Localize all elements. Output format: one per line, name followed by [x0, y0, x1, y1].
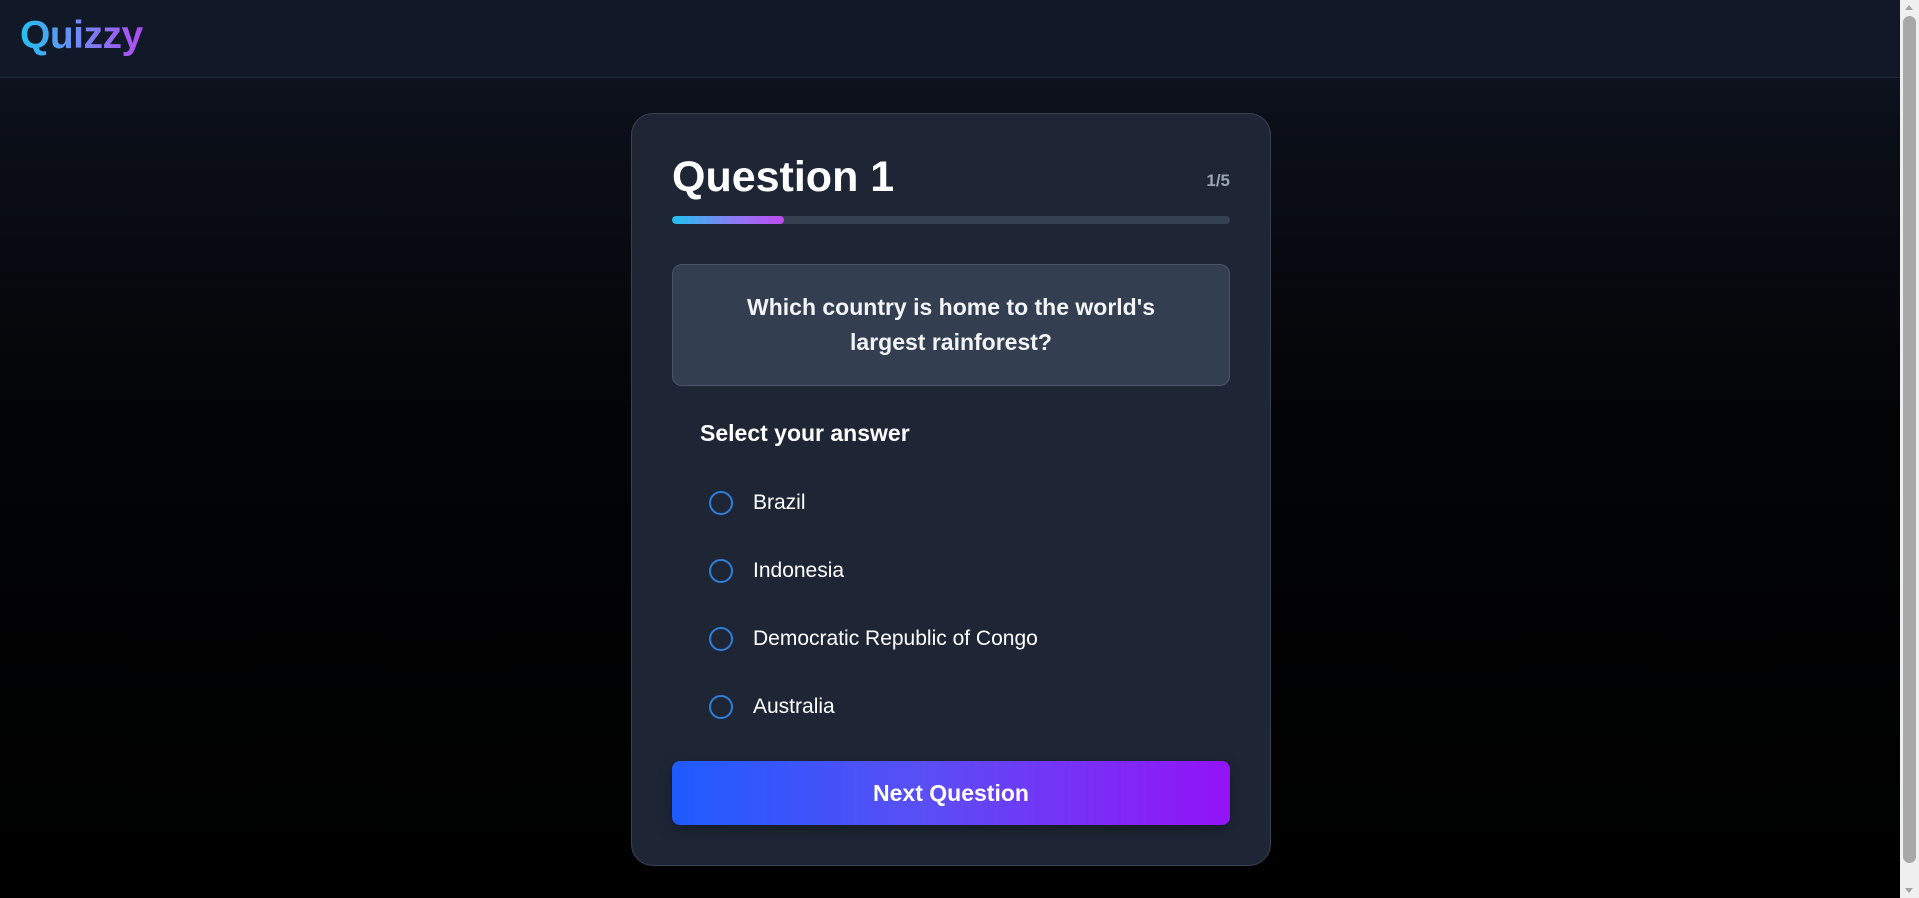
scroll-up-arrow-icon[interactable] [1905, 5, 1913, 10]
answer-heading: Select your answer [700, 420, 910, 446]
answer-options: Brazil Indonesia Democratic Republic of … [709, 469, 1038, 741]
option-label: Democratic Republic of Congo [753, 627, 1038, 650]
answer-option-congo[interactable]: Democratic Republic of Congo [709, 605, 1038, 673]
vertical-scrollbar[interactable] [1900, 0, 1919, 898]
scrollbar-thumb[interactable] [1903, 16, 1916, 863]
option-label: Australia [753, 695, 835, 718]
answer-option-indonesia[interactable]: Indonesia [709, 537, 1038, 605]
radio-button[interactable] [709, 491, 733, 515]
top-navbar: Quizzy [0, 0, 1900, 78]
radio-button[interactable] [709, 559, 733, 583]
progress-bar [672, 216, 1230, 224]
radio-button[interactable] [709, 627, 733, 651]
option-label: Brazil [753, 491, 806, 514]
app-logo[interactable]: Quizzy [20, 14, 143, 58]
question-text: Which country is home to the world's lar… [747, 294, 1155, 355]
scroll-down-arrow-icon[interactable] [1905, 888, 1913, 893]
quiz-card: Question 1 1/5 Which country is home to … [631, 113, 1271, 866]
answer-option-australia[interactable]: Australia [709, 673, 1038, 741]
radio-button[interactable] [709, 695, 733, 719]
next-question-button[interactable]: Next Question [672, 761, 1230, 825]
answer-option-brazil[interactable]: Brazil [709, 469, 1038, 537]
option-label: Indonesia [753, 559, 845, 582]
question-title: Question 1 [672, 153, 895, 201]
question-counter: 1/5 [1206, 171, 1230, 190]
progress-bar-fill [672, 216, 784, 224]
question-box: Which country is home to the world's lar… [672, 264, 1230, 386]
